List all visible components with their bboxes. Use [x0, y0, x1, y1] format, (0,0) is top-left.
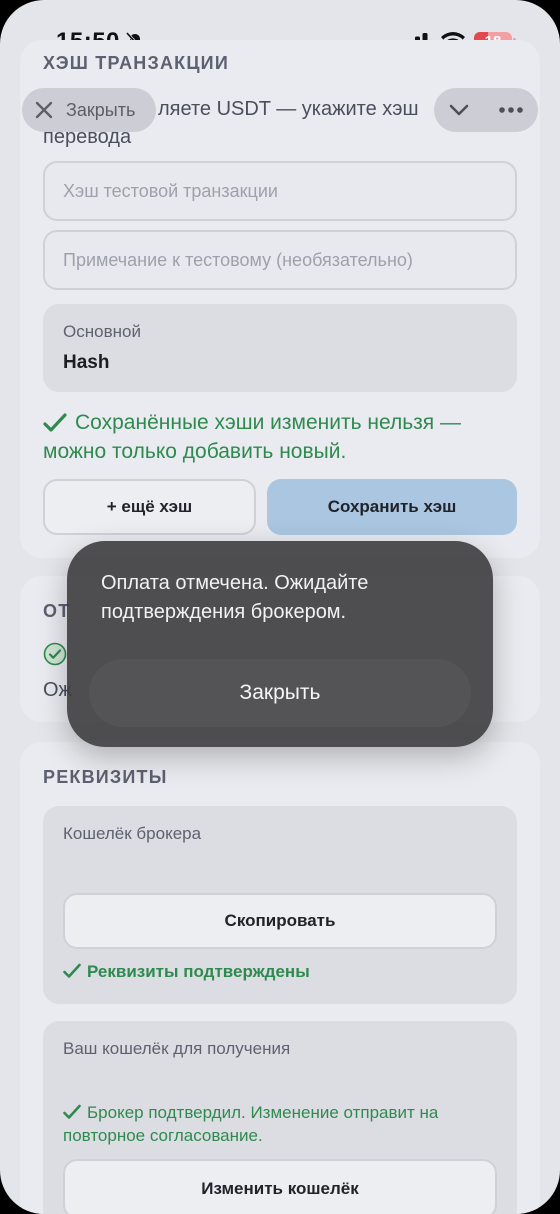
more-options-icon[interactable] — [498, 98, 524, 122]
broker-wallet-label: Кошелёк брокера — [63, 824, 202, 843]
save-hash-button[interactable]: Сохранить хэш — [267, 479, 517, 535]
close-webview-button[interactable]: Закрыть — [22, 88, 156, 132]
your-wallet-status-line2: повторное согласование. — [63, 1126, 263, 1145]
hash-section-title: ХЭШ ТРАНЗАКЦИИ — [43, 53, 229, 73]
add-hash-button[interactable]: + ещё хэш — [43, 479, 256, 535]
close-icon — [35, 101, 53, 119]
hash-description: ляете USDT — укажите хэш — [158, 98, 419, 120]
webview-menu — [434, 88, 538, 132]
saved-hash-label: Основной — [63, 322, 141, 341]
saved-hash-value: Hash — [63, 352, 110, 373]
hash-notice-line2: можно только добавить новый. — [43, 440, 347, 463]
hash-notice-line1: Сохранённые хэши изменить нельзя — — [75, 411, 461, 434]
copy-button[interactable]: Скопировать — [63, 893, 497, 949]
hash-input[interactable]: Хэш тестовой транзакции — [43, 161, 517, 221]
your-wallet-label: Ваш кошелёк для получения — [63, 1039, 291, 1058]
your-wallet-status-line1: Брокер подтвердил. Изменение отправит на — [87, 1103, 439, 1122]
check-icon — [63, 1104, 81, 1119]
note-input[interactable]: Примечание к тестовому (необязательно) — [43, 230, 517, 290]
close-webview-label: Закрыть — [66, 99, 136, 120]
check-circle-icon — [43, 642, 67, 666]
toast-message: Оплата отмечена. Ожидайте подтверждения … — [101, 572, 369, 623]
broker-wallet-status-text: Реквизиты подтверждены — [87, 962, 310, 981]
requisites-title: РЕКВИЗИТЫ — [43, 767, 168, 787]
payment-toast: Оплата отмечена. Ожидайте подтверждения … — [67, 541, 493, 747]
phone-screen: 15:50 18 ХЭШ ТРАНЗАКЦИИ ляете USDT — ука… — [0, 0, 560, 1214]
hash-input-placeholder: Хэш тестовой транзакции — [63, 181, 278, 201]
chevron-down-icon[interactable] — [448, 99, 470, 121]
saved-hash-box: Основной Hash — [43, 304, 517, 392]
note-input-placeholder: Примечание к тестовому (необязательно) — [63, 250, 413, 270]
check-icon — [43, 413, 67, 432]
check-icon — [63, 963, 81, 978]
broker-wallet-status: Реквизиты подтверждены — [87, 961, 310, 983]
change-wallet-button[interactable]: Изменить кошелёк — [63, 1159, 497, 1214]
toast-close-button[interactable]: Закрыть — [89, 659, 471, 727]
